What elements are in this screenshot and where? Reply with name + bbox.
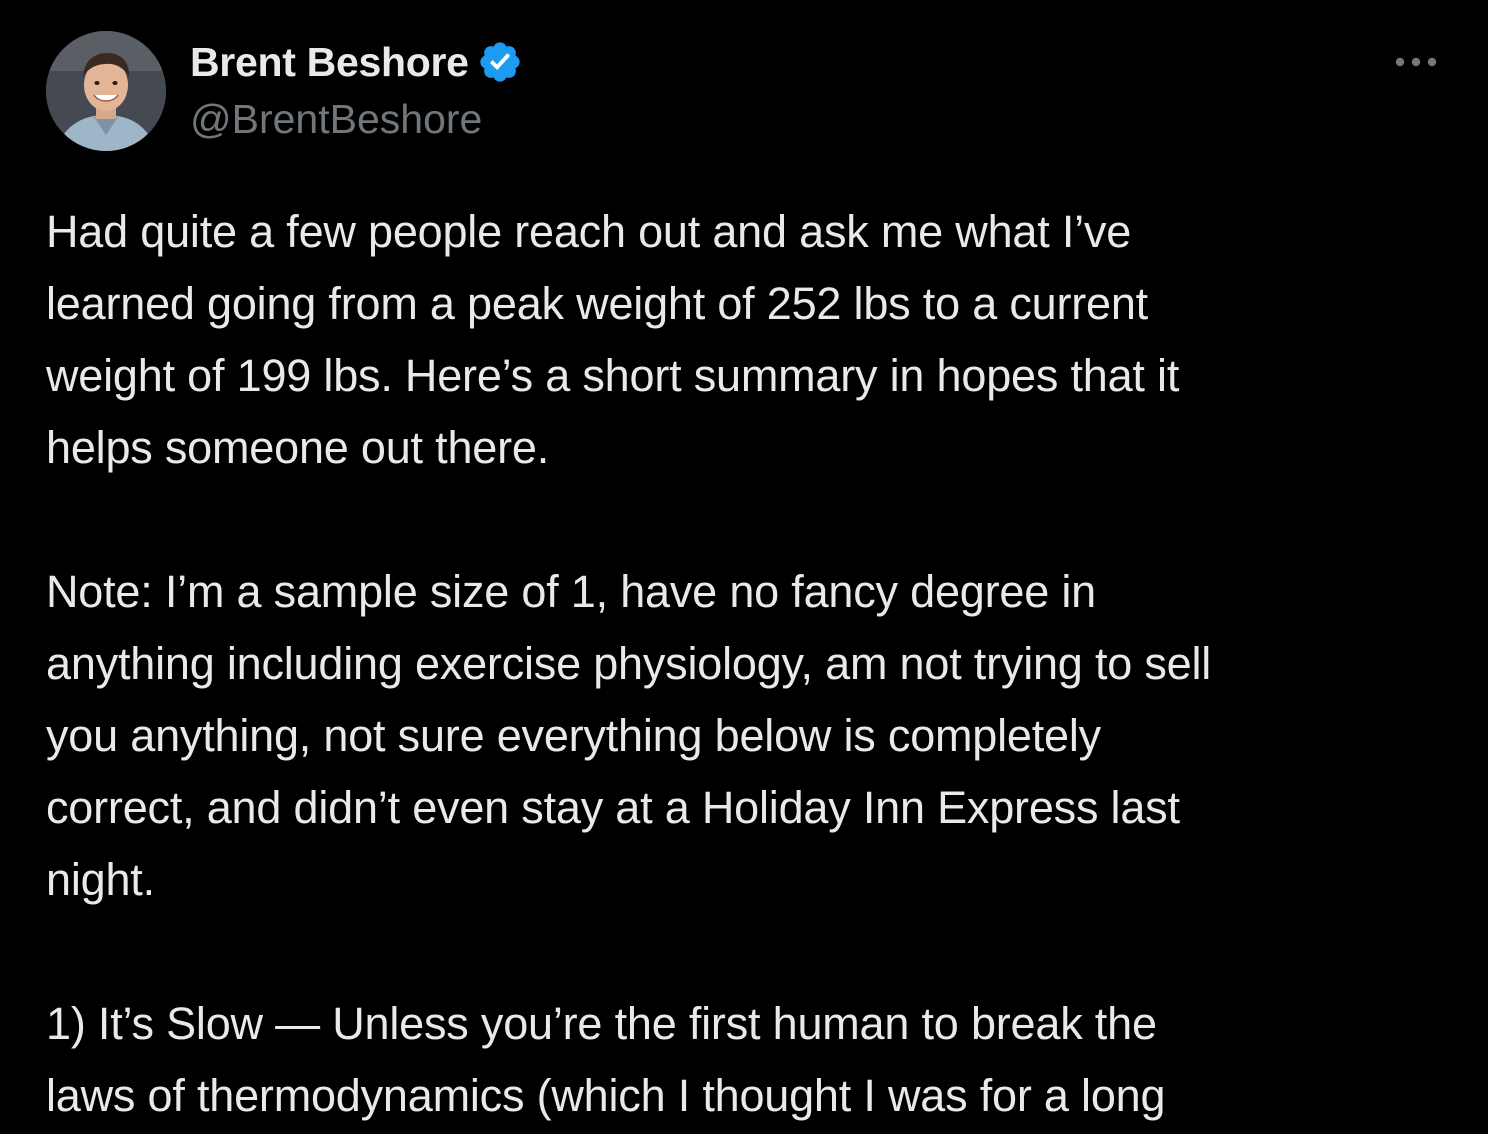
tweet-paragraph: Had quite a few people reach out and ask… — [46, 206, 1180, 473]
avatar-photo-icon — [46, 31, 166, 151]
author-name-row: Brent Beshore — [190, 36, 523, 88]
author-name[interactable]: Brent Beshore — [190, 39, 469, 86]
verified-badge-icon[interactable] — [477, 39, 523, 85]
tweet-text: Had quite a few people reach out and ask… — [46, 196, 1446, 1132]
tweet: Brent Beshore @BrentBeshore Had quite a … — [0, 0, 1488, 1134]
more-options-button[interactable] — [1386, 38, 1446, 86]
more-horizontal-icon — [1395, 57, 1437, 67]
author-avatar[interactable] — [46, 31, 166, 151]
tweet-paragraph: 1) It’s Slow — Unless you’re the first h… — [46, 998, 1166, 1121]
author-handle[interactable]: @BrentBeshore — [190, 96, 482, 143]
tweet-paragraph: Note: I’m a sample size of 1, have no fa… — [46, 566, 1212, 905]
